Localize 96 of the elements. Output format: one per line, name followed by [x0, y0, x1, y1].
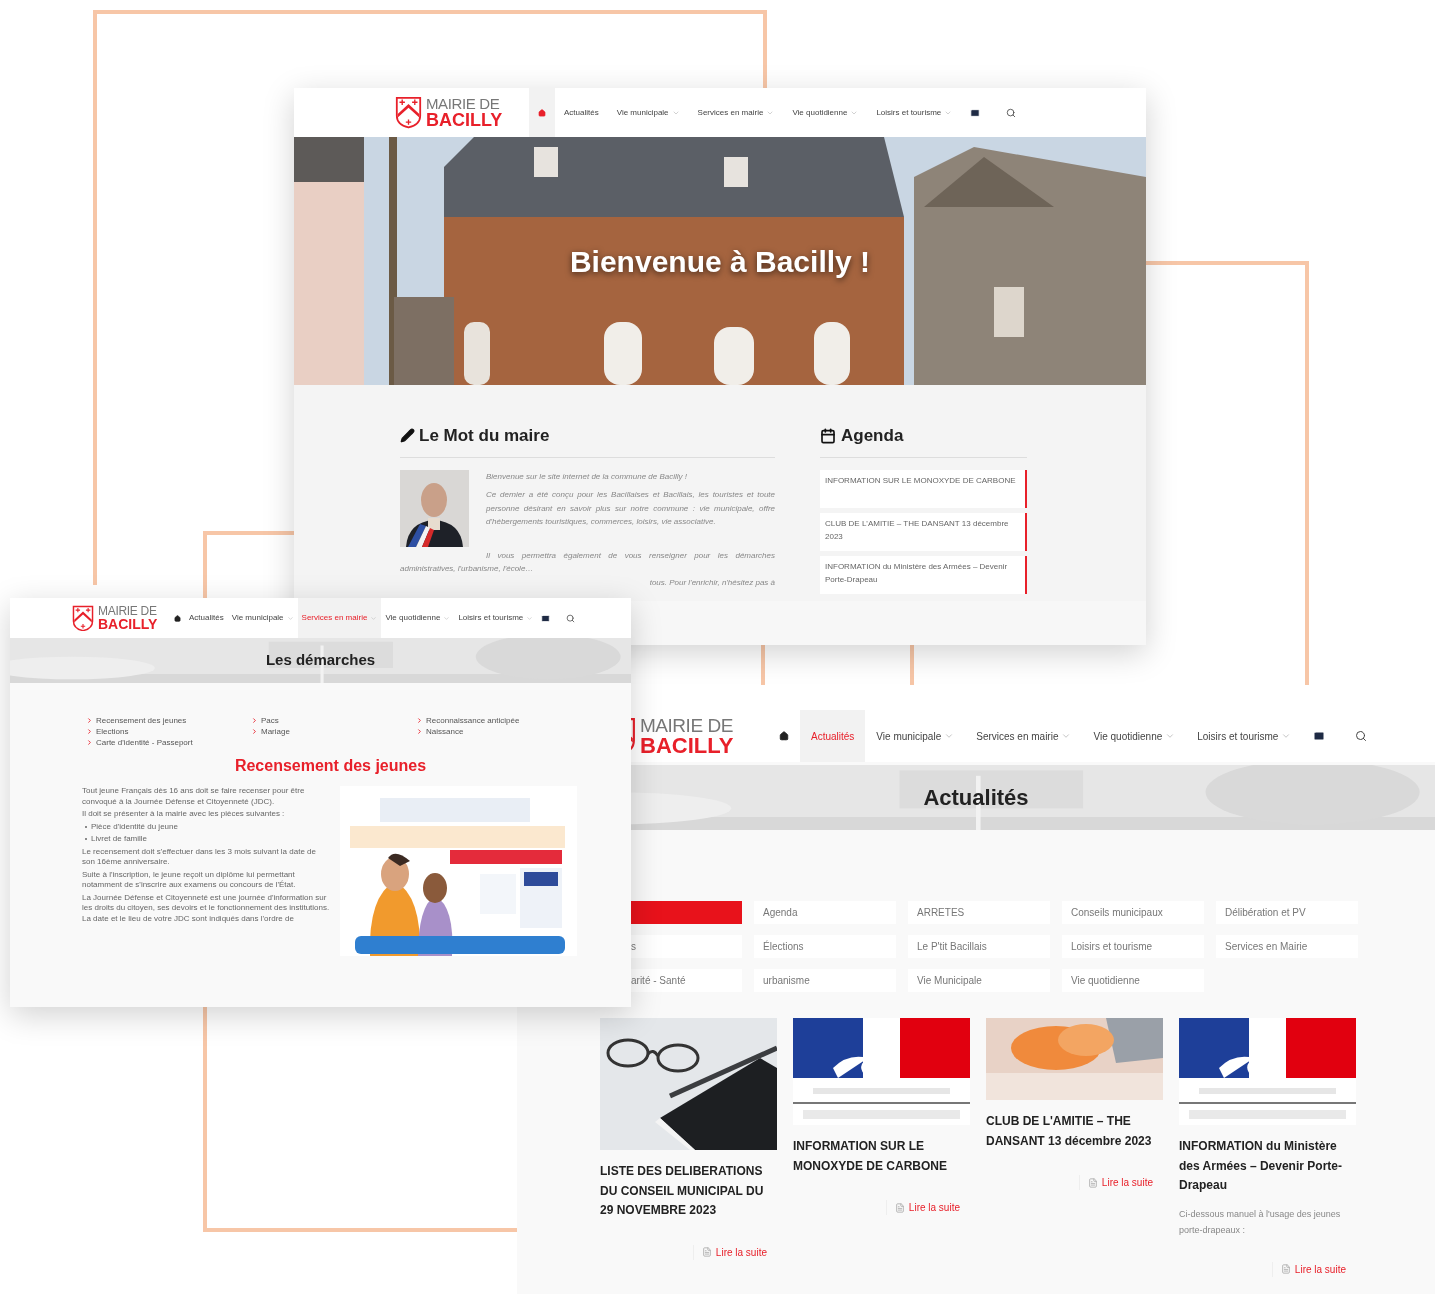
caret-icon [1061, 731, 1072, 741]
read-more-link[interactable]: Lire la suite [885, 1200, 960, 1215]
category-filter[interactable]: Vie Municipale [908, 969, 1050, 992]
document-icon [701, 1247, 712, 1257]
category-filter[interactable]: Agenda [754, 901, 896, 924]
mayor-paragraph: Ce dernier a été conçu pour les Bacillaises et Bacillais, les touristes et toute personne désirant en savoir plus sur notre commune : vie municipale, offre d'hébergements touristiques, commerces, loisirs, vie associative. [486, 489, 775, 528]
hero-title: Bienvenue à Bacilly ! [569, 243, 871, 280]
article-excerpt: Ci-dessous manuel à l'usage des jeunes porte-drapeaux : [1179, 1207, 1342, 1237]
article-title: LISTE DES DELIBERATIONS DU CONSEIL MUNICIPAL DU 29 NOVEMBRE 2023 [600, 1163, 765, 1219]
document-icon [894, 1202, 905, 1213]
caret-icon [286, 614, 294, 622]
caret-icon [370, 614, 378, 622]
nav-item[interactable]: Loisirs et tourisme [454, 598, 538, 638]
bullet-text: Pièce d'identité du jeune [91, 821, 178, 832]
connector-line [910, 645, 914, 685]
mail-icon [541, 613, 551, 623]
procedure-link[interactable]: Mariage [251, 726, 416, 737]
procedure-link[interactable]: Elections [86, 726, 251, 737]
mayor-paragraph: Il vous permettra également de vous renseigner pour les démarches administratives, l'urbanisme, l'école… [400, 549, 775, 575]
search-icon [1355, 730, 1368, 742]
section-title: Agenda [841, 425, 904, 447]
body-paragraph: Tout jeune Français dès 16 ans doit se faire recenser pour être convoqué à la Journée Défense et Citoyenneté (JDC). [82, 786, 306, 807]
bullet-text: Livret de famille [91, 834, 148, 845]
nav-item[interactable]: Actualités [185, 598, 228, 638]
nav-item[interactable]: Actualités [555, 88, 608, 137]
logo-title: MAIRIE DE [426, 96, 501, 111]
category-filter[interactable]: urbanisme [754, 969, 896, 992]
procedure-link[interactable]: Reconnaissance anticipée [416, 715, 581, 726]
caret-icon [526, 614, 534, 622]
document-icon [1280, 1264, 1291, 1274]
nav-item[interactable]: Vie quotidienne [783, 88, 868, 137]
mayor-paragraph: Bienvenue sur le site internet de la commune de Bacilly ! [486, 470, 688, 483]
nav-item[interactable]: Vie municipale [607, 88, 689, 137]
category-filter[interactable]: Élections [754, 935, 896, 958]
agenda-item[interactable]: CLUB DE L'AMITIE – THE DANSANT 13 décembre 2023 [820, 512, 1027, 551]
body-paragraph: Suite à l'inscription, le jeune reçoit un diplôme lui permettant notamment de s'inscrire aux examens ou concours de l'État. [82, 869, 297, 891]
read-more-link[interactable]: Lire la suite [1078, 1175, 1153, 1190]
category-filter[interactable]: Vie quotidienne [1062, 969, 1204, 992]
caret-icon [944, 731, 955, 741]
search-icon [1006, 107, 1017, 118]
document-icon [1087, 1177, 1098, 1188]
logo-name: BACILLY [640, 734, 734, 757]
mail-icon [1313, 730, 1326, 742]
procedure-link[interactable]: Recensement des jeunes [86, 715, 251, 726]
body-paragraph: Il doit se présenter à la mairie avec les pièces suivantes : [82, 809, 286, 820]
section-title: Le Mot du maire [419, 425, 550, 447]
procedure-link[interactable]: Naissance [416, 726, 581, 737]
nav-item[interactable]: Services en mairie [688, 88, 784, 137]
agenda-item[interactable]: INFORMATION du Ministère des Armées – Devenir Porte-Drapeau [820, 555, 1027, 594]
nav-item[interactable]: Actualités [800, 710, 866, 762]
home-icon [174, 614, 181, 622]
shield-logo-icon [395, 96, 422, 129]
banner-title: Les démarches [265, 650, 376, 671]
logo-name: BACILLY [98, 617, 158, 631]
search-icon [566, 613, 576, 623]
procedure-link[interactable]: Carte d'identité - Passeport [86, 737, 251, 748]
category-filter[interactable]: Délibération et PV [1216, 901, 1358, 924]
connector-line [761, 645, 765, 685]
logo-title: MAIRIE DE [640, 715, 734, 735]
category-filter[interactable]: Le P'tit Bacillais [908, 935, 1050, 958]
caret-icon [1281, 731, 1292, 741]
home-icon [538, 108, 546, 117]
nav-item[interactable]: Loisirs et tourisme [1186, 710, 1303, 762]
article-title: INFORMATION SUR LE MONOXYDE DE CARBONE [793, 1138, 948, 1175]
logo-name: BACILLY [426, 111, 503, 129]
agenda-item[interactable]: INFORMATION SUR LE MONOXYDE DE CARBONE [820, 469, 1027, 508]
calendar-icon [820, 427, 836, 444]
body-paragraph: La Journée Défense et Citoyenneté est une journée d'information sur les droits du citoyen, ses devoirs et le fonctionnement des institutions. La date et le lieu de votre JDC sont indiqués dans l'ordre de [82, 892, 330, 924]
category-filter[interactable]: ARRETES [908, 901, 1050, 924]
nav-item[interactable]: Services en mairie [965, 710, 1083, 762]
category-filter[interactable]: Loisirs et tourisme [1062, 935, 1204, 958]
nav-item[interactable]: Vie quotidienne [381, 598, 455, 638]
mayor-paragraph: tous. Pour l'enrichir, n'hésitez pas à [648, 576, 775, 589]
category-filter[interactable]: Conseils municipaux [1062, 901, 1204, 924]
read-more-link[interactable]: Lire la suite [692, 1244, 767, 1260]
nav-item[interactable]: Vie municipale [227, 598, 298, 638]
pen-icon [400, 428, 415, 444]
caret-icon [1165, 731, 1176, 741]
nav-item[interactable]: Vie quotidienne [1082, 710, 1187, 762]
shield-logo-icon [72, 604, 94, 632]
category-filter[interactable]: Services en Mairie [1216, 935, 1358, 958]
nav-item[interactable]: Services en mairie [297, 598, 382, 638]
nav-item[interactable]: Vie municipale [865, 710, 966, 762]
body-paragraph: Le recensement doit s'effectuer dans les 3 mois suivant la date de son 16ème anniversaire. [82, 846, 317, 868]
caret-icon [443, 614, 451, 622]
read-more-link[interactable]: Lire la suite [1271, 1261, 1346, 1277]
category-filter[interactable]: arité - Santé [631, 969, 742, 992]
home-icon [779, 731, 789, 741]
category-filter[interactable]: s [631, 935, 742, 958]
mail-icon [970, 107, 981, 118]
logo-title: MAIRIE DE [98, 605, 158, 617]
article-title: CLUB DE L'AMITIE – THE DANSANT 13 décembre 2023 [986, 1113, 1153, 1150]
article-title: INFORMATION du Ministère des Armées – Devenir Porte-Drapeau [1179, 1138, 1343, 1194]
nav-item[interactable]: Loisirs et tourisme [867, 88, 962, 137]
procedure-link[interactable]: Pacs [251, 715, 416, 726]
section-title: Recensement des jeunes [233, 756, 428, 776]
